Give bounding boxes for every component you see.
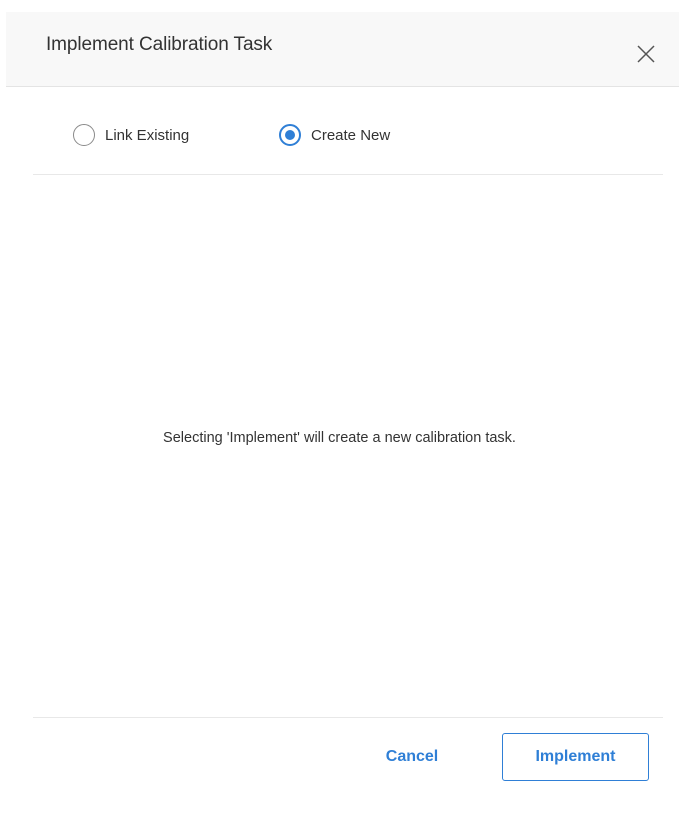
- create-new-label[interactable]: Create New: [311, 127, 390, 144]
- radio-checked-icon[interactable]: [279, 124, 301, 146]
- info-message: Selecting 'Implement' will create a new …: [163, 430, 516, 446]
- implement-calibration-task-dialog: Implement Calibration Task Link Existing…: [0, 0, 679, 826]
- mode-radio-group: Link Existing Create New: [0, 115, 679, 155]
- implement-button[interactable]: Implement: [502, 733, 649, 781]
- options-divider: [33, 174, 663, 175]
- radio-unchecked-icon[interactable]: [73, 124, 95, 146]
- link-existing-radio[interactable]: Link Existing: [73, 121, 189, 149]
- footer-divider: [33, 717, 663, 718]
- dialog-header: Implement Calibration Task: [6, 12, 679, 87]
- close-button[interactable]: [636, 44, 664, 72]
- close-icon: [636, 44, 664, 64]
- link-existing-label[interactable]: Link Existing: [105, 127, 189, 144]
- cancel-button[interactable]: Cancel: [370, 733, 454, 781]
- dialog-title: Implement Calibration Task: [46, 34, 273, 55]
- create-new-radio[interactable]: Create New: [279, 121, 390, 149]
